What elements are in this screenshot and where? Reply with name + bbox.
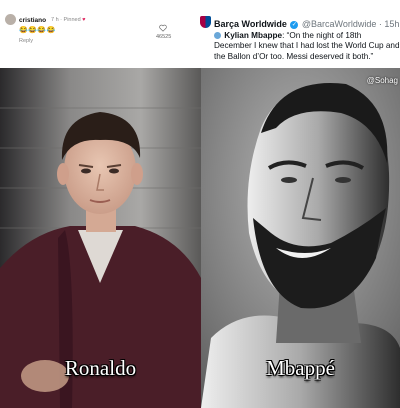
comment-meta: 7 h · Pinned ♥ [51,17,85,23]
header-strip: cristiano 7 h · Pinned ♥ 😂😂😂😂 Reply 4652… [0,0,400,68]
tweet-header: Barça Worldwide ✓ @BarcaWorldwide · 15h [214,19,399,29]
right-photo-panel: @Sohag Mbappé [201,68,400,408]
comment-time-pinned: 7 h · Pinned [51,17,81,23]
watermark: @Sohag [366,76,398,85]
tweet-handle: @BarcaWorldwide · 15h [301,19,400,29]
avatar [5,14,16,25]
heart-icon: ♥ [82,17,86,23]
comment-text: 😂😂😂😂 [19,27,56,34]
meme-image: { "comment": { "username": "cristiano", … [0,0,400,408]
tweet-account-name: Barça Worldwide [214,19,287,29]
club-crest-icon [200,16,211,28]
tweet: Barça Worldwide ✓ @BarcaWorldwide · 15h … [196,0,400,68]
instagram-comment: cristiano 7 h · Pinned ♥ 😂😂😂😂 Reply 4652… [0,0,196,68]
reply-button[interactable]: Reply [19,38,33,44]
flag-icon [214,32,221,39]
like-count: 46525 [156,34,172,40]
right-caption: Mbappé [266,356,335,380]
left-caption: Ronaldo [64,356,137,380]
comment-username: cristiano [19,17,47,24]
verified-icon: ✓ [290,21,299,29]
heart-outline-icon[interactable] [159,24,167,32]
left-photo-panel: Ronaldo [0,68,201,408]
tweet-body: Kylian Mbappe: “On the night of 18th Dec… [214,31,400,62]
tweet-mention: Kylian Mbappe [224,31,283,40]
